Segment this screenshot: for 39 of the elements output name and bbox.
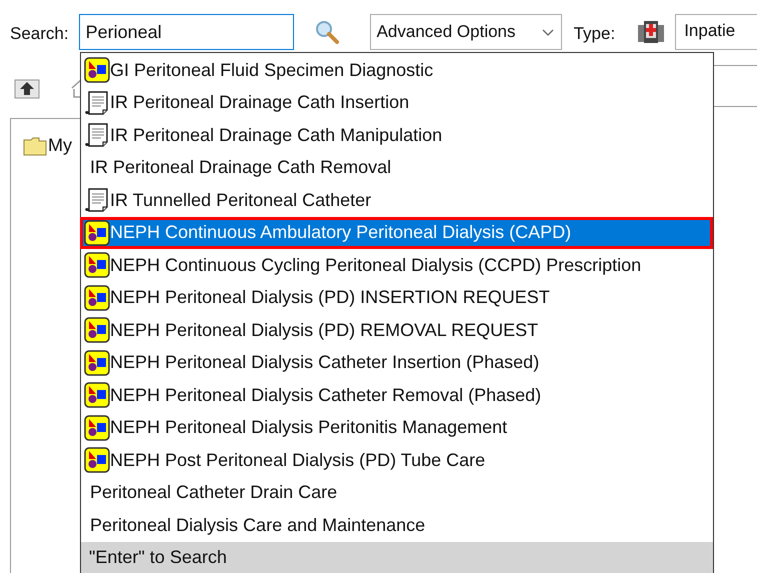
search-label: Search: [10,24,69,44]
search-icon[interactable] [314,19,340,45]
order-set-icon [84,57,110,84]
suggestion-item[interactable]: NEPH Continuous Ambulatory Peritoneal Dialysis (CAPD) [80,216,713,249]
suggestion-item[interactable]: IR Peritoneal Drainage Cath Insertion [81,86,713,119]
document-icon [84,90,110,116]
tree-item-label[interactable]: My [48,135,72,156]
order-set-icon [84,284,110,311]
type-field[interactable]: Inpatie [675,14,757,50]
suggestion-item[interactable]: NEPH Peritoneal Dialysis (PD) INSERTION REQUEST [81,282,713,314]
order-set-icon [84,317,110,344]
type-label: Type: [574,24,616,44]
suggestion-item[interactable]: IR Peritoneal Drainage Cath Removal [81,152,713,184]
suggestion-item[interactable]: NEPH Peritoneal Dialysis Catheter Insertion (Phased) [81,346,713,379]
enter-to-search-hint[interactable]: "Enter" to Search [81,542,713,573]
order-set-icon [84,447,110,474]
hospital-icon [637,19,666,45]
advanced-options-dropdown[interactable]: Advanced Options [370,14,562,50]
order-set-icon [84,414,110,441]
folder-up-icon[interactable] [14,77,40,99]
folder-icon [23,136,47,156]
suggestion-item[interactable]: GI Peritoneal Fluid Specimen Diagnostic [81,54,713,86]
suggestion-item[interactable]: IR Peritoneal Drainage Cath Manipulation [81,119,713,152]
suggestion-item[interactable]: NEPH Peritoneal Dialysis Catheter Removal (Phased) [81,379,713,412]
suggestion-item[interactable]: NEPH Peritoneal Dialysis Peritonitis Management [81,412,713,444]
order-set-icon [84,350,110,376]
order-set-icon [84,252,110,278]
order-set-icon [84,382,110,408]
suggestion-item[interactable]: NEPH Continuous Cycling Peritoneal Dialysis (CCPD) Prescription [81,249,713,282]
suggestion-item[interactable]: NEPH Post Peritoneal Dialysis (PD) Tube Care [81,444,713,476]
document-icon [84,122,110,148]
order-set-icon [84,220,110,246]
document-icon [84,187,110,214]
chevron-icon [540,27,555,37]
suggestion-item[interactable]: Peritoneal Dialysis Care and Maintenance [81,509,713,542]
suggestion-item[interactable]: NEPH Peritoneal Dialysis (PD) REMOVAL REQUEST [81,314,713,346]
suggestion-item[interactable]: IR Tunnelled Peritoneal Catheter [81,184,713,216]
suggestion-item[interactable]: Peritoneal Catheter Drain Care [81,476,713,509]
search-field[interactable]: Perioneal [78,14,294,50]
